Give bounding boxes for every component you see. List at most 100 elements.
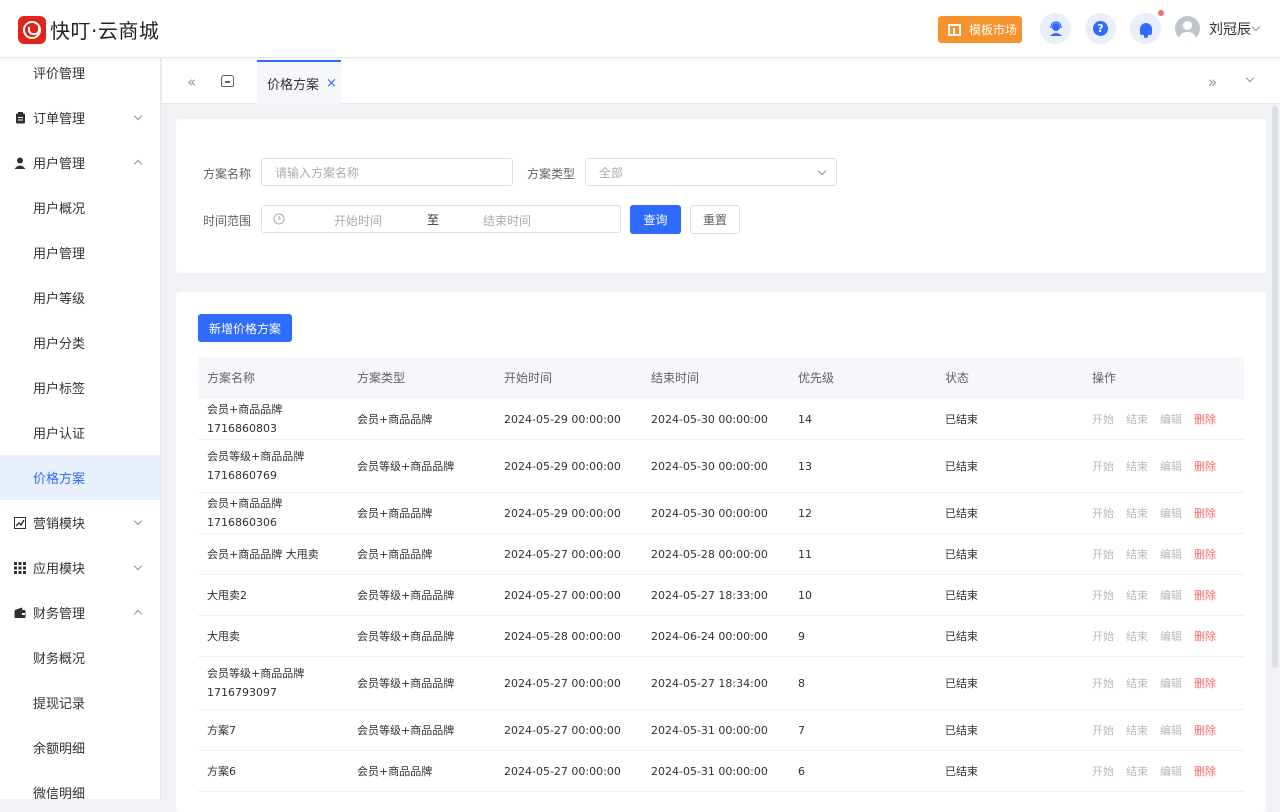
plan-name-input[interactable]: 请输入方案名称 <box>261 158 513 186</box>
delete-button[interactable]: 删除 <box>1194 410 1216 429</box>
username[interactable]: 刘冠辰 <box>1209 19 1251 39</box>
home-icon[interactable] <box>221 75 234 87</box>
delete-button[interactable]: 删除 <box>1194 674 1216 693</box>
cell-name: 大甩卖 <box>207 629 240 643</box>
sidebar-item-5[interactable]: 用户等级 <box>0 275 160 320</box>
sidebar-group-1[interactable]: 订单管理 <box>0 95 160 140</box>
table-row: 会员+商品品牌 大甩卖 会员+商品品牌 2024-05-27 00:00:00 202… <box>198 534 1244 575</box>
collapse-left-icon[interactable]: « <box>187 73 196 91</box>
start-button[interactable]: 开始 <box>1092 410 1114 429</box>
logo[interactable]: 快叮·云商城 <box>18 15 159 44</box>
tab-price-plan[interactable]: 价格方案 × <box>257 60 341 104</box>
delete-button[interactable]: 删除 <box>1194 721 1216 740</box>
support-icon-button[interactable] <box>1040 13 1071 44</box>
sidebar-item-4[interactable]: 用户管理 <box>0 230 160 275</box>
start-button[interactable]: 开始 <box>1092 674 1114 693</box>
plan-type-value: 全部 <box>599 165 624 180</box>
start-button[interactable]: 开始 <box>1092 627 1114 646</box>
time-range-picker[interactable]: 开始时间 至 结束时间 <box>261 205 621 233</box>
end-button[interactable]: 结束 <box>1126 762 1148 781</box>
query-button[interactable]: 查询 <box>630 205 681 234</box>
notification-icon-button[interactable] <box>1130 13 1161 44</box>
sidebar-group-11[interactable]: 应用模块 <box>0 545 160 590</box>
sidebar-item-13[interactable]: 财务概况 <box>0 635 160 680</box>
table-row: 大甩卖2 会员等级+商品品牌 2024-05-27 00:00:00 2024-05-… <box>198 575 1244 616</box>
sidebar-item-9[interactable]: 价格方案 <box>0 455 160 500</box>
column-header: 优先级 <box>798 370 835 385</box>
sidebar-group-label: 用户管理 <box>33 157 86 172</box>
sidebar-item-8[interactable]: 用户认证 <box>0 410 160 455</box>
add-price-plan-button[interactable]: 新增价格方案 <box>198 314 292 342</box>
cell-priority: 10 <box>798 588 812 602</box>
end-button[interactable]: 结束 <box>1126 586 1148 605</box>
end-button[interactable]: 结束 <box>1126 410 1148 429</box>
sidebar-item-3[interactable]: 用户概况 <box>0 185 160 230</box>
cell-end: 2024-05-30 00:00:00 <box>651 459 768 473</box>
start-button[interactable]: 开始 <box>1092 762 1114 781</box>
end-button[interactable]: 结束 <box>1126 627 1148 646</box>
clock-icon <box>273 213 285 225</box>
cell-type: 会员+商品品牌 <box>357 506 433 520</box>
page-scrollbar[interactable] <box>1272 106 1278 668</box>
sidebar-group-12[interactable]: 财务管理 <box>0 590 160 635</box>
sidebar-item-0[interactable]: 评价管理 <box>0 58 160 95</box>
plan-name-placeholder: 请输入方案名称 <box>275 165 360 180</box>
cell-name: 会员+商品品牌 大甩卖 <box>207 547 319 561</box>
delete-button[interactable]: 删除 <box>1194 457 1216 476</box>
sidebar-group-label: 应用模块 <box>33 562 86 577</box>
start-button[interactable]: 开始 <box>1092 504 1114 523</box>
tabs-menu-chevron-icon[interactable] <box>1245 73 1255 83</box>
end-button[interactable]: 结束 <box>1126 504 1148 523</box>
avatar[interactable] <box>1175 16 1200 41</box>
edit-button[interactable]: 编辑 <box>1160 410 1182 429</box>
edit-button[interactable]: 编辑 <box>1160 627 1182 646</box>
end-button[interactable]: 结束 <box>1126 674 1148 693</box>
delete-button[interactable]: 删除 <box>1194 504 1216 523</box>
sidebar-item-7[interactable]: 用户标签 <box>0 365 160 410</box>
template-market-button[interactable]: 模板市场 <box>938 16 1022 43</box>
sidebar-item-15[interactable]: 余额明细 <box>0 725 160 770</box>
edit-button[interactable]: 编辑 <box>1160 674 1182 693</box>
start-button[interactable]: 开始 <box>1092 721 1114 740</box>
delete-button[interactable]: 删除 <box>1194 586 1216 605</box>
end-button[interactable]: 结束 <box>1126 545 1148 564</box>
start-button[interactable]: 开始 <box>1092 457 1114 476</box>
end-button[interactable]: 结束 <box>1126 457 1148 476</box>
row-actions: 开始 结束 编辑 删除 <box>1083 762 1244 781</box>
plan-type-label: 方案类型 <box>527 167 576 181</box>
sidebar-item-14[interactable]: 提现记录 <box>0 680 160 725</box>
chevron-down-icon[interactable] <box>1251 22 1261 32</box>
start-button[interactable]: 开始 <box>1092 545 1114 564</box>
edit-button[interactable]: 编辑 <box>1160 457 1182 476</box>
sidebar-item-6[interactable]: 用户分类 <box>0 320 160 365</box>
tab-label: 价格方案 <box>267 77 320 93</box>
edit-button[interactable]: 编辑 <box>1160 586 1182 605</box>
reset-button[interactable]: 重置 <box>690 205 740 234</box>
cell-start: 2024-05-29 00:00:00 <box>504 412 621 426</box>
edit-button[interactable]: 编辑 <box>1160 762 1182 781</box>
scroll-right-icon[interactable]: » <box>1208 73 1217 91</box>
customer-service-icon <box>1049 20 1062 36</box>
start-time-input[interactable]: 开始时间 <box>334 212 382 229</box>
cell-type: 会员等级+商品品牌 <box>357 676 455 690</box>
start-button[interactable]: 开始 <box>1092 586 1114 605</box>
edit-button[interactable]: 编辑 <box>1160 504 1182 523</box>
cell-priority: 9 <box>798 629 805 643</box>
sidebar-item-16[interactable]: 微信明细 <box>0 770 160 799</box>
cell-start: 2024-05-29 00:00:00 <box>504 459 621 473</box>
edit-button[interactable]: 编辑 <box>1160 721 1182 740</box>
close-icon[interactable]: × <box>326 76 337 91</box>
chevron-up-icon <box>133 609 143 619</box>
sidebar-item-label: 用户等级 <box>33 292 86 307</box>
end-button[interactable]: 结束 <box>1126 721 1148 740</box>
sidebar-group-10[interactable]: 营销模块 <box>0 500 160 545</box>
logo-icon <box>18 15 46 44</box>
end-time-input[interactable]: 结束时间 <box>483 212 531 229</box>
delete-button[interactable]: 删除 <box>1194 762 1216 781</box>
help-icon-button[interactable]: ? <box>1085 13 1116 44</box>
plan-type-select[interactable]: 全部 <box>585 158 837 186</box>
delete-button[interactable]: 删除 <box>1194 545 1216 564</box>
edit-button[interactable]: 编辑 <box>1160 545 1182 564</box>
delete-button[interactable]: 删除 <box>1194 627 1216 646</box>
sidebar-group-2[interactable]: 用户管理 <box>0 140 160 185</box>
